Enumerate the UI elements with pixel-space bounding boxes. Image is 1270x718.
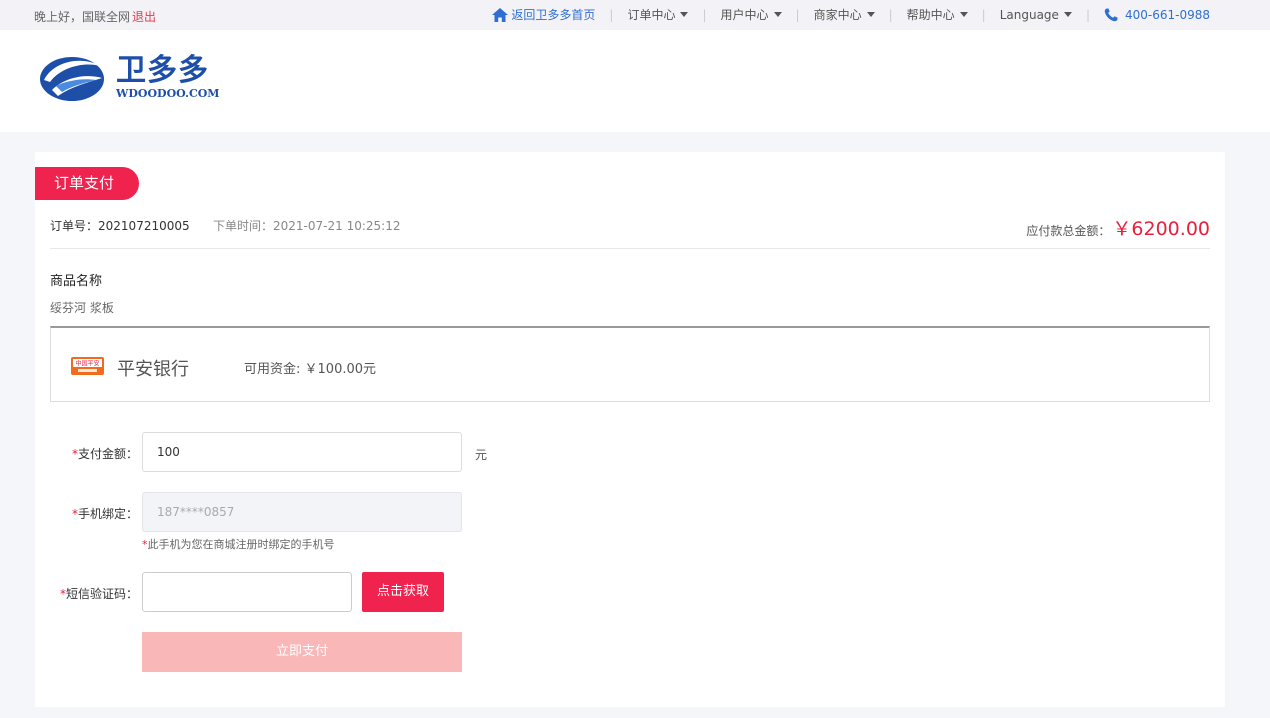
greeting-text: 晚上好，国联全网 — [34, 10, 131, 24]
logo-cn: 卫多多 — [116, 53, 209, 88]
sms-label: *短信验证码： — [28, 585, 138, 602]
sms-code-input[interactable] — [142, 572, 352, 612]
sms-label-text: 短信验证码： — [65, 587, 138, 601]
site-logo[interactable]: 卫多多 WDOODOO.COM — [38, 50, 219, 104]
nav-separator: | — [1085, 7, 1090, 22]
phone-hint: *此手机为您在商城注册时绑定的手机号 — [142, 536, 335, 552]
product-name: 绥芬河 浆板 — [50, 301, 114, 315]
nav-orders[interactable]: 订单中心 — [627, 6, 689, 23]
chevron-down-icon — [680, 12, 689, 17]
chevron-down-icon — [959, 12, 968, 17]
logout-link[interactable]: 退出 — [132, 10, 156, 24]
nav-merchant[interactable]: 商家中心 — [814, 6, 875, 23]
order-number-label: 订单号： — [50, 219, 99, 233]
home-link[interactable]: 返回卫多多首页 — [492, 6, 595, 23]
funds-label: 可用资金: — [244, 362, 301, 377]
top-nav: 返回卫多多首页 | 订单中心 | 用户中心 | 商家中心 | 帮助中心 | La… — [492, 6, 1210, 23]
nav-orders-label: 订单中心 — [627, 8, 676, 22]
order-number: 订单号：202107210005 — [50, 217, 190, 234]
phone-label: *手机绑定： — [28, 505, 138, 522]
order-total: 应付款总金额： ￥6200.00 — [1026, 214, 1210, 241]
amount-unit: 元 — [475, 448, 488, 462]
order-time: 下单时间：2021-07-21 10:25:12 — [213, 217, 400, 234]
chevron-down-icon — [866, 12, 875, 17]
nav-separator: | — [981, 7, 986, 22]
order-payment-card: 订单支付 订单号：202107210005 下单时间：2021-07-21 10… — [35, 152, 1225, 707]
logo-wordmark: 卫多多 WDOODOO.COM — [116, 54, 219, 100]
nav-language-label: Language — [999, 7, 1059, 22]
nav-separator: | — [609, 7, 614, 22]
greeting: 晚上好，国联全网 退出 — [34, 8, 156, 25]
chevron-down-icon — [773, 12, 782, 17]
phone-icon — [1104, 8, 1118, 21]
nav-merchant-label: 商家中心 — [813, 8, 862, 22]
nav-help[interactable]: 帮助中心 — [907, 6, 968, 23]
amount-label-text: 支付金额： — [77, 447, 138, 461]
product-title: 商品名称 — [50, 274, 103, 289]
bank-account-box[interactable]: 中国平安 平安银行 可用资金: ￥100.00元 — [50, 326, 1210, 402]
divider — [50, 248, 1210, 249]
page-title-badge: 订单支付 — [35, 167, 139, 200]
nav-separator: | — [888, 7, 893, 22]
top-bar: 晚上好，国联全网 退出 返回卫多多首页 | 订单中心 | 用户中心 | 商家中心 … — [0, 0, 1270, 30]
total-label: 应付款总金额： — [1026, 224, 1111, 238]
nav-language[interactable]: Language — [1000, 8, 1072, 22]
bank-name: 平安银行 — [117, 359, 189, 380]
nav-separator: | — [702, 7, 707, 22]
amount-label: *支付金额： — [28, 445, 138, 462]
bank-logo-text: 中国平安 — [75, 360, 99, 368]
bank-available-funds: 可用资金: ￥100.00元 — [244, 358, 376, 377]
get-sms-code-button[interactable]: 点击获取 — [362, 572, 444, 612]
amount-input[interactable]: 100 — [142, 432, 462, 472]
logo-en: WDOODOO.COM — [116, 87, 220, 100]
pay-now-button[interactable]: 立即支付 — [142, 632, 462, 672]
bank-logo-icon: 中国平安 — [71, 357, 104, 375]
phone-field: 187****0857 — [142, 492, 462, 532]
order-time-label: 下单时间： — [213, 219, 274, 233]
phone-label-text: 手机绑定： — [77, 507, 138, 521]
order-number-value: 202107210005 — [98, 219, 190, 233]
nav-help-label: 帮助中心 — [906, 8, 955, 22]
home-icon — [492, 7, 509, 22]
nav-user[interactable]: 用户中心 — [721, 6, 782, 23]
site-header: 卫多多 WDOODOO.COM — [0, 30, 1270, 132]
phone-hint-text: 此手机为您在商城注册时绑定的手机号 — [147, 538, 335, 551]
nav-user-label: 用户中心 — [720, 8, 769, 22]
total-amount: ￥6200.00 — [1112, 218, 1210, 240]
chevron-down-icon — [1063, 12, 1072, 17]
phone-number[interactable]: 400-661-0988 — [1104, 8, 1210, 22]
funds-value: ￥100.00元 — [304, 362, 377, 377]
phone-number-label: 400-661-0988 — [1124, 7, 1210, 22]
order-time-value: 2021-07-21 10:25:12 — [273, 219, 401, 233]
logo-emblem-icon — [40, 57, 104, 101]
home-link-label: 返回卫多多首页 — [511, 8, 596, 22]
nav-separator: | — [795, 7, 800, 22]
